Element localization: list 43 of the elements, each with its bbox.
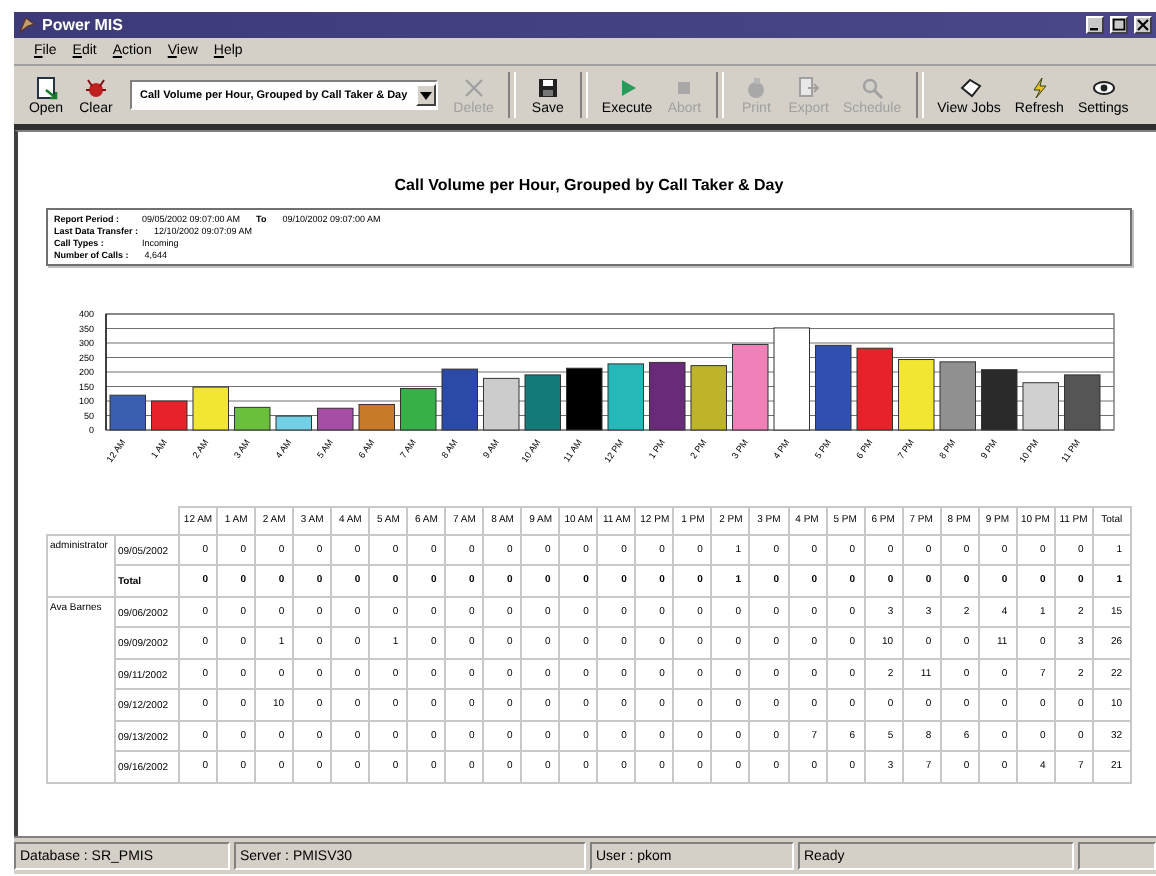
chart-bar: [1022, 382, 1059, 431]
save-icon: [535, 75, 560, 99]
close-icon: [1136, 18, 1150, 32]
tag-icon: [957, 75, 982, 99]
chart-bar: [981, 369, 1018, 431]
caret-icon: [419, 91, 432, 99]
maximize-icon: [1112, 18, 1126, 32]
chart-bar: [109, 394, 146, 431]
chart-bar: [939, 361, 976, 431]
chart-bar: [732, 343, 769, 431]
chart-bar: [441, 368, 478, 431]
chart-bar: [815, 344, 852, 431]
chart-bar: [649, 361, 686, 431]
chart-bar: [192, 386, 229, 431]
app-icon: [18, 16, 36, 34]
window-title: Power MIS: [42, 16, 123, 34]
chart-bar: [898, 359, 935, 431]
search-icon: [860, 75, 885, 99]
chart-bar: [400, 388, 437, 431]
chart-bar: [524, 374, 561, 431]
eye-icon: [1091, 75, 1116, 99]
bug-icon: [84, 75, 108, 99]
close-icon: [461, 75, 486, 99]
chart-bar: [856, 347, 893, 431]
chart-bar: [607, 363, 644, 431]
close-button[interactable]: [1134, 16, 1152, 34]
chart-bar: [275, 415, 312, 431]
open-icon: [34, 75, 58, 99]
minimize-button[interactable]: [1086, 16, 1104, 34]
report-title: Call Volume per Hour, Grouped by Call Taker & Day: [392, 176, 786, 194]
printer-icon: [744, 75, 769, 99]
maximize-button[interactable]: [1110, 16, 1128, 34]
chart-bar: [358, 404, 395, 431]
lightning-icon: [1027, 75, 1052, 99]
chart-bar: [151, 400, 188, 431]
chart-bar: [317, 407, 354, 431]
chart-bar: [1064, 374, 1101, 431]
chart-bar: [483, 377, 520, 431]
chart-bar: [566, 367, 603, 431]
chart-bar: [690, 365, 727, 431]
export-icon: [796, 75, 821, 99]
chart-bar: [234, 406, 271, 431]
chart-bar: [773, 327, 810, 431]
